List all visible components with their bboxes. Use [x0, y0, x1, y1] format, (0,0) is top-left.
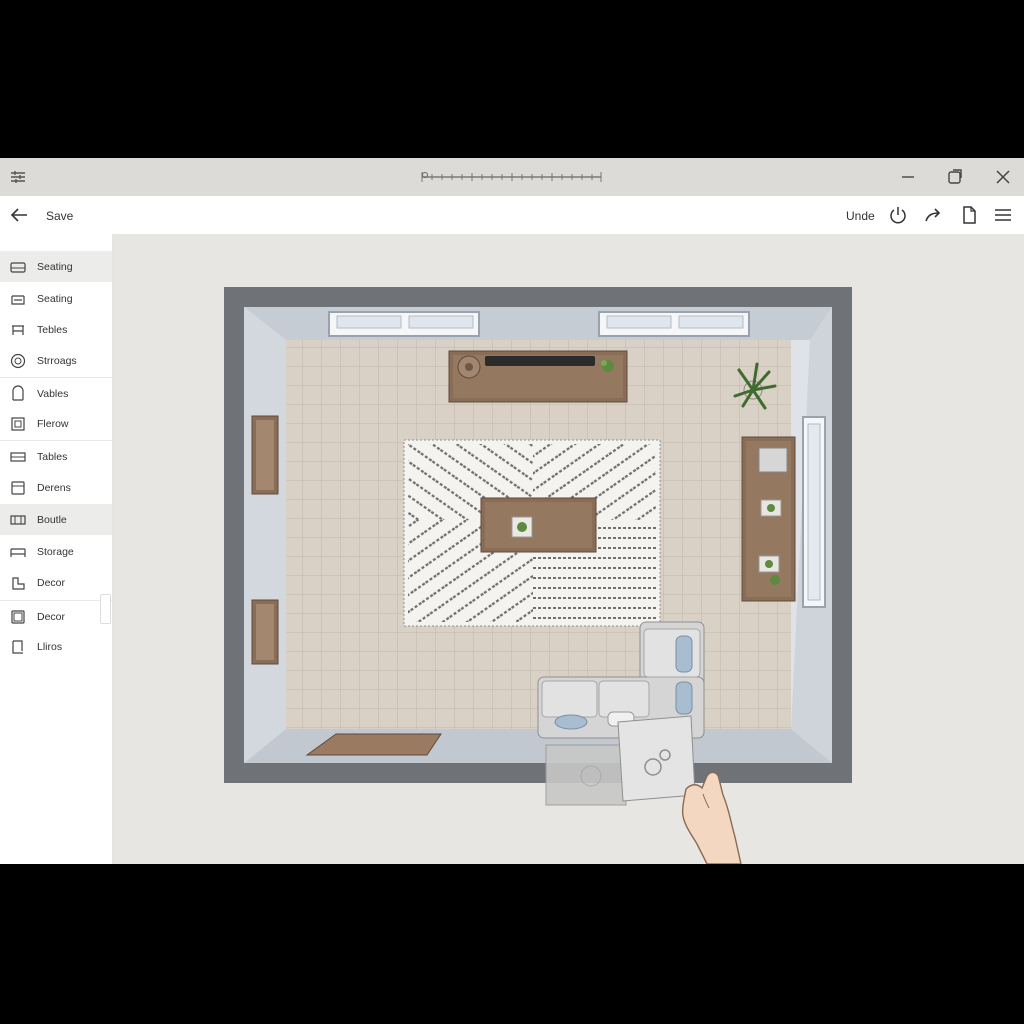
shelf-icon — [10, 547, 26, 557]
menu-lines-icon[interactable] — [10, 169, 26, 185]
sidebar-item-tables[interactable]: Tables — [0, 440, 112, 472]
design-canvas[interactable] — [113, 234, 1024, 864]
sidebar-item-label: Decor — [37, 610, 66, 623]
minimize-icon[interactable] — [897, 166, 919, 188]
table-icon — [12, 324, 24, 335]
hand-cursor-icon — [681, 771, 742, 864]
sidebar-item-label: Tebles — [37, 323, 68, 336]
lounge-chair-icon — [12, 576, 25, 590]
sidebar-item-decor[interactable]: Decor — [0, 567, 112, 598]
sidebar-item-label: Tables — [37, 450, 68, 463]
tv-console[interactable] — [448, 350, 628, 403]
floor-planner-app: Save Unde Seating Seating Tebles Strroag… — [0, 158, 1024, 864]
floor-plan — [224, 287, 852, 864]
sidebar-item-lliros[interactable]: Lliros — [0, 631, 112, 662]
dragged-rug-preview[interactable] — [545, 744, 627, 806]
sidebar-item-label: Storage — [37, 545, 74, 558]
lamp-icon — [12, 639, 23, 654]
redo-arrow-icon[interactable] — [922, 204, 944, 226]
armchair-icon — [11, 294, 25, 305]
close-icon[interactable] — [992, 166, 1014, 188]
back-arrow-icon[interactable] — [8, 204, 30, 226]
hamburger-menu-icon[interactable] — [992, 204, 1014, 226]
coffee-table[interactable] — [480, 497, 597, 553]
sidebar-item-vables[interactable]: Vables — [0, 377, 112, 409]
document-icon[interactable] — [958, 204, 980, 226]
sidebar-item-derens[interactable]: Derens — [0, 472, 112, 503]
title-bar — [0, 158, 1024, 196]
window-right — [802, 416, 826, 608]
sidebar-item-label: Flerow — [37, 417, 69, 430]
sidebar-item-label: Seating — [37, 292, 73, 305]
sidebar-item-boutle[interactable]: Boutle — [0, 504, 112, 535]
sidebar-item-label: Vables — [37, 387, 69, 400]
sidebar-item-seating-2[interactable]: Seating — [0, 283, 112, 314]
save-button[interactable]: Save — [46, 209, 73, 223]
sidebar-item-label: Strroags — [37, 354, 77, 367]
furniture-sidebar: Seating Seating Tebles Strroags Vables F… — [0, 234, 113, 864]
round-table-icon — [10, 353, 26, 368]
right-sideboard[interactable] — [741, 436, 796, 602]
sidebar-item-label: Decor — [37, 576, 66, 589]
sidebar-item-label: Lliros — [37, 640, 63, 653]
sidebar-item-strroags[interactable]: Strroags — [0, 345, 112, 376]
sidebar-item-label: Seating — [37, 260, 73, 273]
mirror-icon — [11, 609, 25, 624]
power-icon[interactable] — [887, 204, 909, 226]
sidebar-item-tebles[interactable]: Tebles — [0, 314, 112, 345]
sidebar-item-label: Boutle — [37, 513, 67, 526]
sidebar-scroll-handle[interactable] — [100, 594, 111, 624]
toolbar: Save Unde — [0, 196, 1024, 235]
window-top-left — [328, 311, 480, 337]
undo-button[interactable]: Unde — [846, 209, 875, 223]
desk-icon — [10, 451, 26, 462]
sidebar-item-label: Derens — [37, 481, 71, 494]
ruler-icon — [421, 172, 602, 182]
sidebar-item-flerow[interactable]: Flerow — [0, 408, 112, 439]
sofa-icon — [10, 261, 26, 273]
window-top-right — [598, 311, 750, 337]
sidebar-item-storage[interactable]: Storage — [0, 536, 112, 567]
sidebar-item-decor-2[interactable]: Decor — [0, 600, 112, 632]
bench-icon — [10, 514, 26, 525]
sidebar-item-seating[interactable]: Seating — [0, 251, 112, 282]
cabinet-icon — [11, 480, 25, 495]
chair-icon — [12, 384, 24, 401]
frame-icon — [11, 416, 25, 431]
dragged-furniture-card[interactable] — [617, 715, 696, 802]
maximize-icon[interactable] — [944, 166, 966, 188]
